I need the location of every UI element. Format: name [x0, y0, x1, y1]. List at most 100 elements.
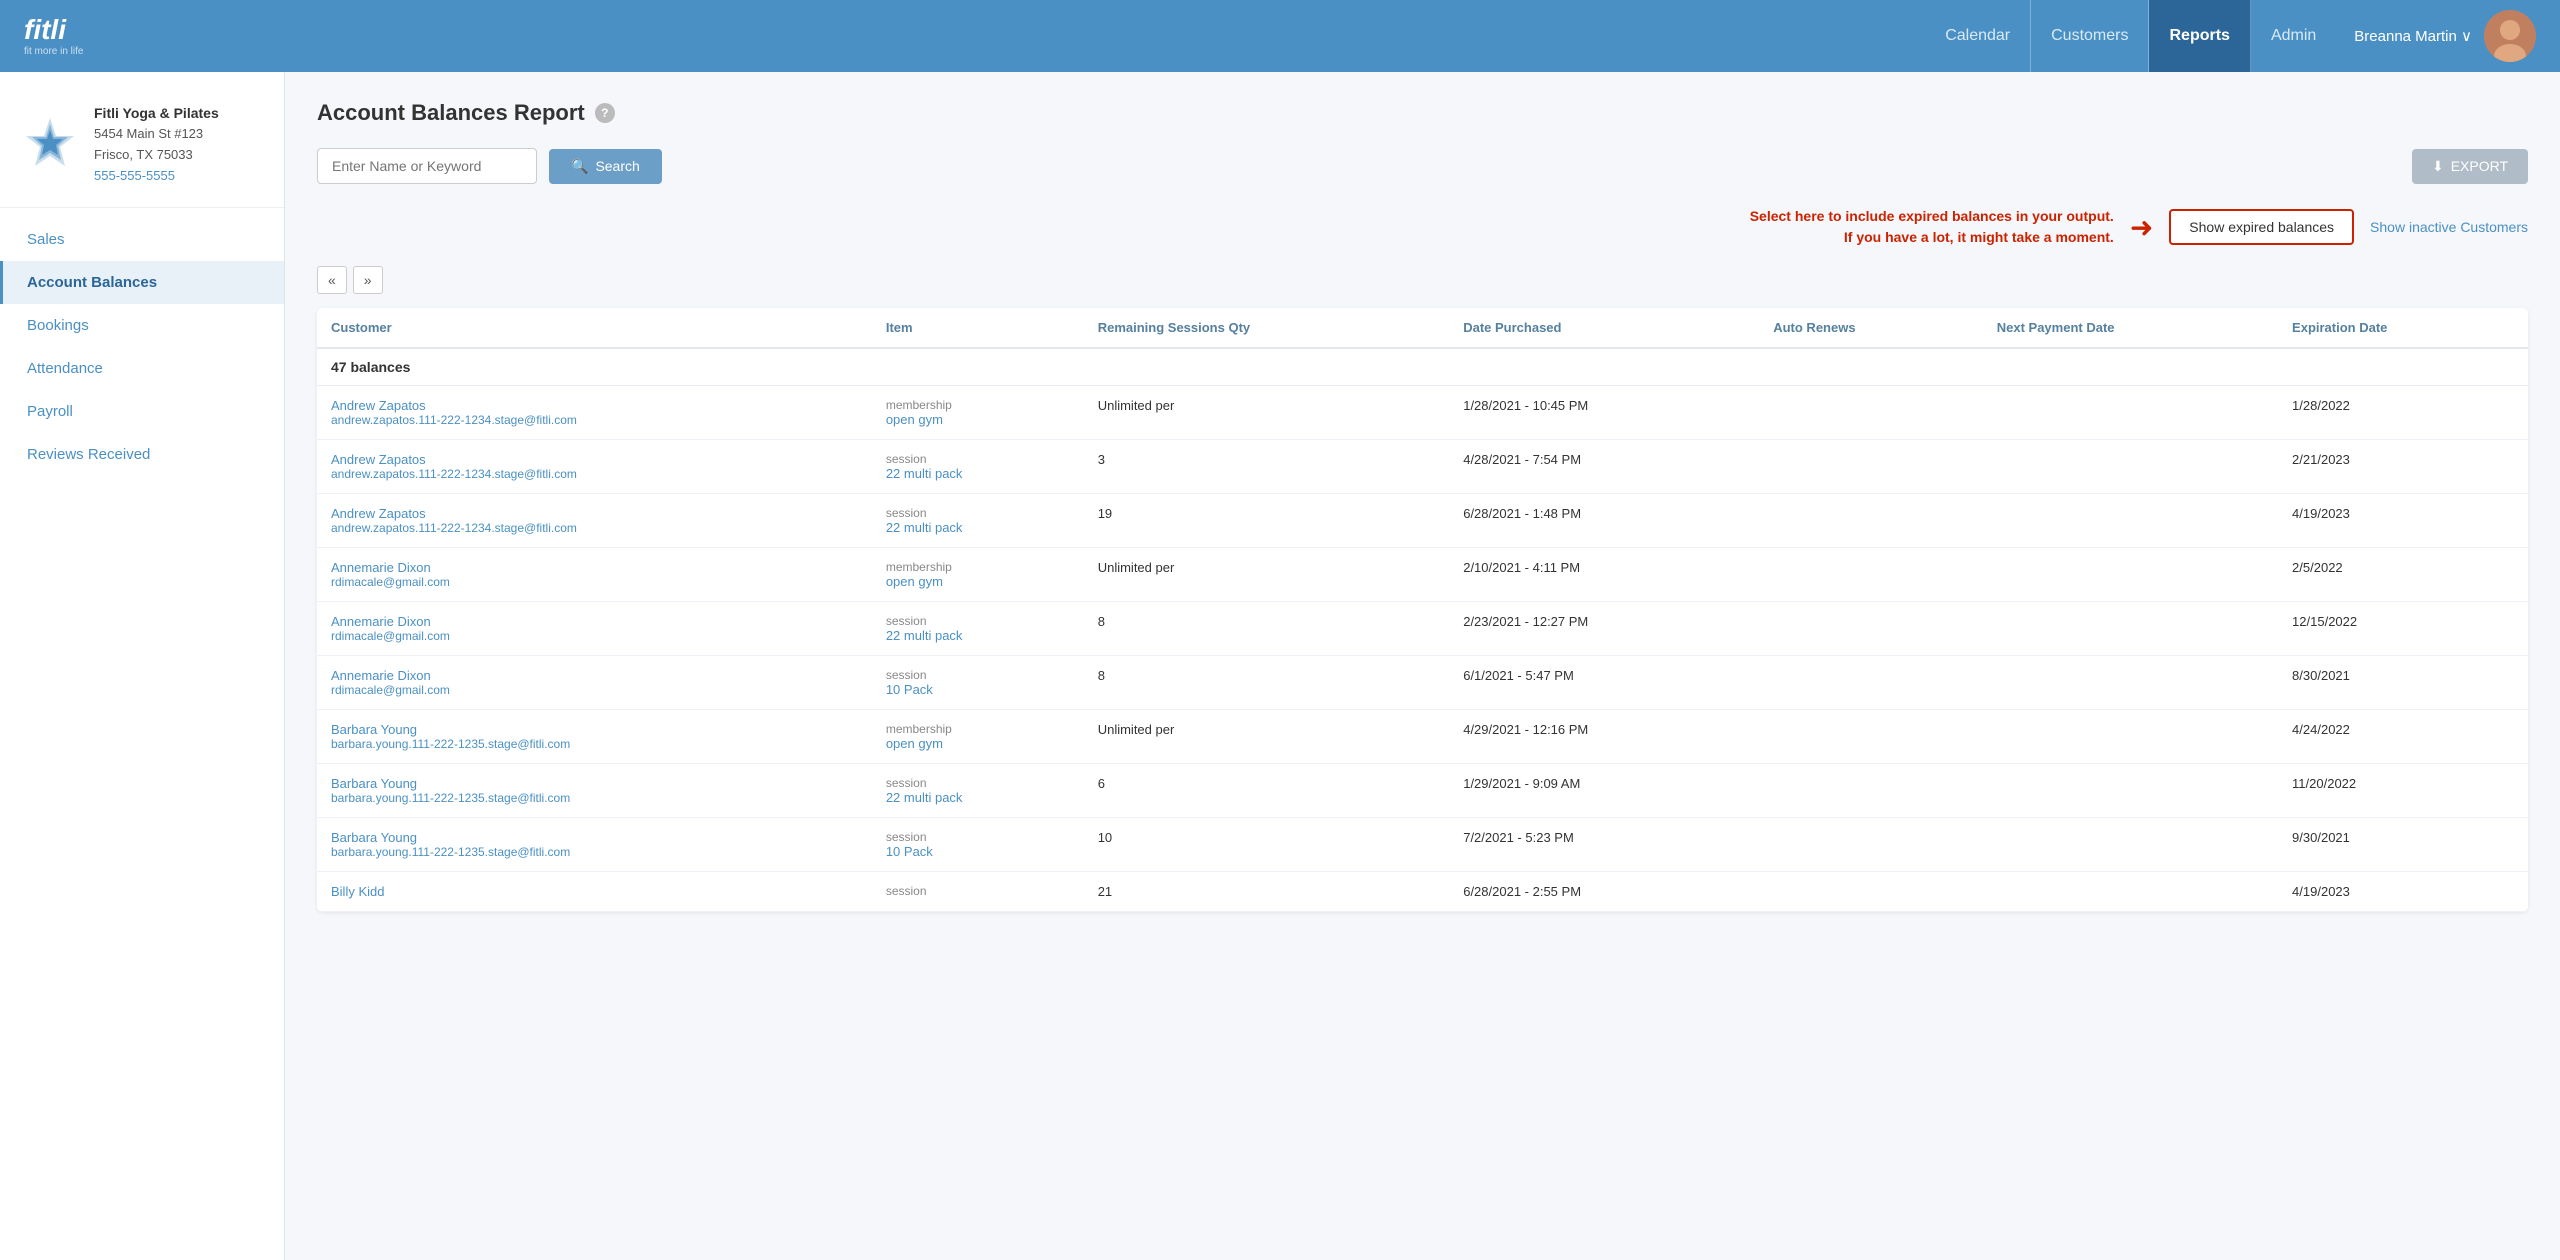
user-name[interactable]: Breanna Martin ∨ — [2354, 27, 2472, 45]
date-purchased-cell: 2/10/2021 - 4:11 PM — [1449, 548, 1759, 602]
customer-cell: Andrew Zapatos andrew.zapatos.111-222-12… — [317, 440, 872, 494]
customer-name[interactable]: Andrew Zapatos — [331, 452, 858, 467]
item-name[interactable]: open gym — [886, 736, 1070, 751]
customer-name[interactable]: Annemarie Dixon — [331, 668, 858, 683]
item-name[interactable]: 22 multi pack — [886, 790, 1070, 805]
brand-name: Fitli Yoga & Pilates — [94, 102, 219, 124]
table-row: Andrew Zapatos andrew.zapatos.111-222-12… — [317, 494, 2528, 548]
expiration-date-cell: 4/24/2022 — [2278, 710, 2528, 764]
next-payment-date-cell — [1983, 440, 2278, 494]
page-title: Account Balances Report — [317, 100, 585, 126]
col-expiration-date: Expiration Date — [2278, 308, 2528, 348]
customer-cell: Annemarie Dixon rdimacale@gmail.com — [317, 548, 872, 602]
item-name[interactable]: 22 multi pack — [886, 466, 1070, 481]
next-payment-date-cell — [1983, 548, 2278, 602]
expiration-date-cell: 9/30/2021 — [2278, 818, 2528, 872]
search-button-label: Search — [595, 158, 639, 174]
item-cell: session 10 Pack — [872, 818, 1084, 872]
table-row: Andrew Zapatos andrew.zapatos.111-222-12… — [317, 386, 2528, 440]
customer-email[interactable]: andrew.zapatos.111-222-1234.stage@fitli.… — [331, 413, 858, 427]
sidebar-item-attendance[interactable]: Attendance — [0, 347, 284, 390]
table-row: Barbara Young barbara.young.111-222-1235… — [317, 710, 2528, 764]
brand-address1: 5454 Main St #123 — [94, 124, 219, 145]
customer-email[interactable]: barbara.young.111-222-1235.stage@fitli.c… — [331, 845, 858, 859]
expiration-date-cell: 4/19/2023 — [2278, 872, 2528, 912]
app-logo: fitli fit more in life — [24, 16, 83, 57]
customer-name[interactable]: Barbara Young — [331, 830, 858, 845]
customer-cell: Annemarie Dixon rdimacale@gmail.com — [317, 602, 872, 656]
item-type: session — [886, 776, 1070, 790]
nav-calendar[interactable]: Calendar — [1925, 0, 2031, 72]
customer-email[interactable]: rdimacale@gmail.com — [331, 629, 858, 643]
show-inactive-link[interactable]: Show inactive Customers — [2370, 219, 2528, 235]
customer-cell: Barbara Young barbara.young.111-222-1235… — [317, 764, 872, 818]
table-row: Annemarie Dixon rdimacale@gmail.com memb… — [317, 548, 2528, 602]
auto-renews-cell — [1759, 602, 1983, 656]
date-purchased-cell: 4/29/2021 - 12:16 PM — [1449, 710, 1759, 764]
customer-email[interactable]: andrew.zapatos.111-222-1234.stage@fitli.… — [331, 521, 858, 535]
main-content: Account Balances Report ? 🔍 Search ⬇ EXP… — [285, 72, 2560, 1260]
sidebar-nav: Sales Account Balances Bookings Attendan… — [0, 218, 284, 476]
table-row: Annemarie Dixon rdimacale@gmail.com sess… — [317, 602, 2528, 656]
item-type: session — [886, 506, 1070, 520]
customer-name[interactable]: Annemarie Dixon — [331, 560, 858, 575]
help-icon[interactable]: ? — [595, 103, 615, 123]
customer-name[interactable]: Barbara Young — [331, 776, 858, 791]
sidebar-item-reviews-received[interactable]: Reviews Received — [0, 433, 284, 476]
customer-email[interactable]: barbara.young.111-222-1235.stage@fitli.c… — [331, 737, 858, 751]
date-purchased-cell: 1/29/2021 - 9:09 AM — [1449, 764, 1759, 818]
sidebar-item-sales[interactable]: Sales — [0, 218, 284, 261]
search-input[interactable] — [317, 148, 537, 184]
item-cell: membership open gym — [872, 710, 1084, 764]
expiration-date-cell: 2/5/2022 — [2278, 548, 2528, 602]
remaining-qty-cell: 8 — [1084, 602, 1450, 656]
brand-phone: 555-555-5555 — [94, 166, 219, 187]
date-purchased-cell: 1/28/2021 - 10:45 PM — [1449, 386, 1759, 440]
customer-email[interactable]: rdimacale@gmail.com — [331, 575, 858, 589]
item-name[interactable]: open gym — [886, 412, 1070, 427]
prev-button[interactable]: » — [353, 266, 383, 294]
auto-renews-cell — [1759, 386, 1983, 440]
item-name[interactable]: 10 Pack — [886, 682, 1070, 697]
customer-email[interactable]: rdimacale@gmail.com — [331, 683, 858, 697]
remaining-qty-cell: 6 — [1084, 764, 1450, 818]
customer-name[interactable]: Barbara Young — [331, 722, 858, 737]
item-type: session — [886, 614, 1070, 628]
customer-email[interactable]: andrew.zapatos.111-222-1234.stage@fitli.… — [331, 467, 858, 481]
auto-renews-cell — [1759, 494, 1983, 548]
export-button[interactable]: ⬇ EXPORT — [2412, 149, 2528, 184]
sidebar-item-account-balances[interactable]: Account Balances — [0, 261, 284, 304]
item-name[interactable]: 10 Pack — [886, 844, 1070, 859]
col-next-payment-date: Next Payment Date — [1983, 308, 2278, 348]
customer-name[interactable]: Annemarie Dixon — [331, 614, 858, 629]
nav-admin[interactable]: Admin — [2251, 0, 2336, 72]
item-name[interactable]: 22 multi pack — [886, 520, 1070, 535]
customer-cell: Barbara Young barbara.young.111-222-1235… — [317, 710, 872, 764]
search-button[interactable]: 🔍 Search — [549, 149, 662, 184]
user-avatar[interactable] — [2484, 10, 2536, 62]
sidebar-item-bookings[interactable]: Bookings — [0, 304, 284, 347]
item-cell: membership open gym — [872, 548, 1084, 602]
sidebar-item-payroll[interactable]: Payroll — [0, 390, 284, 433]
customer-name[interactable]: Andrew Zapatos — [331, 398, 858, 413]
item-type: session — [886, 830, 1070, 844]
item-cell: membership open gym — [872, 386, 1084, 440]
auto-renews-cell — [1759, 764, 1983, 818]
customer-name[interactable]: Andrew Zapatos — [331, 506, 858, 521]
item-name[interactable]: open gym — [886, 574, 1070, 589]
customer-name[interactable]: Billy Kidd — [331, 884, 858, 899]
item-name[interactable]: 22 multi pack — [886, 628, 1070, 643]
customer-email[interactable]: barbara.young.111-222-1235.stage@fitli.c… — [331, 791, 858, 805]
customer-cell: Barbara Young barbara.young.111-222-1235… — [317, 818, 872, 872]
balance-count-row: 47 balances — [317, 348, 2528, 386]
nav-customers[interactable]: Customers — [2031, 0, 2149, 72]
date-purchased-cell: 2/23/2021 - 12:27 PM — [1449, 602, 1759, 656]
expiration-date-cell: 4/19/2023 — [2278, 494, 2528, 548]
nav-reports[interactable]: Reports — [2149, 0, 2250, 72]
prev-prev-button[interactable]: « — [317, 266, 347, 294]
remaining-qty-cell: Unlimited per — [1084, 710, 1450, 764]
logo-sub: fit more in life — [24, 46, 83, 57]
table-row: Barbara Young barbara.young.111-222-1235… — [317, 764, 2528, 818]
show-expired-button[interactable]: Show expired balances — [2169, 209, 2354, 245]
callout-row: Select here to include expired balances … — [317, 202, 2528, 252]
